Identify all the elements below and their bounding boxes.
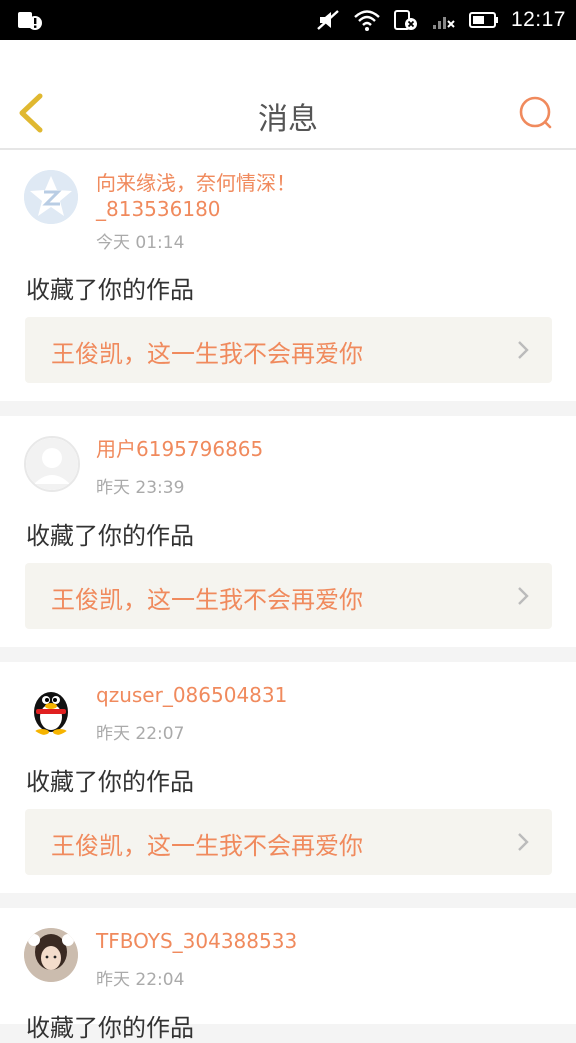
notification-icon: [18, 12, 42, 30]
username[interactable]: 用户6195796865: [96, 436, 396, 462]
username[interactable]: TFBOYS_304388533: [96, 928, 396, 954]
message-card: qzuser_086504831 昨天 22:07 收藏了你的作品 王俊凯，这一…: [0, 662, 576, 893]
chevron-right-icon: [518, 587, 529, 605]
search-icon[interactable]: [518, 95, 554, 131]
qq-penguin-avatar-icon[interactable]: [24, 682, 78, 736]
action-text: 收藏了你的作品: [26, 1014, 194, 1042]
default-user-avatar-icon[interactable]: [24, 436, 80, 492]
mute-icon: [317, 10, 339, 30]
message-card: TFBOYS_304388533 昨天 22:04 收藏了你的作品: [0, 908, 576, 1042]
qzone-avatar-icon[interactable]: [24, 170, 78, 224]
chevron-right-icon: [518, 833, 529, 851]
message-time: 今天 01:14: [96, 233, 185, 253]
chevron-right-icon: [518, 341, 529, 359]
action-text: 收藏了你的作品: [26, 522, 194, 550]
status-time: 12:17: [510, 8, 566, 31]
battery-icon: [468, 12, 498, 28]
action-text: 收藏了你的作品: [26, 276, 194, 304]
work-link[interactable]: 王俊凯，这一生我不会再爱你: [25, 563, 552, 629]
work-link[interactable]: 王俊凯，这一生我不会再爱你: [25, 809, 552, 875]
username[interactable]: 向来缘浅，奈何情深！_813536180: [96, 170, 296, 222]
message-card: 用户6195796865 昨天 23:39 收藏了你的作品 王俊凯，这一生我不会…: [0, 416, 576, 647]
nav-bar: 消息: [0, 40, 576, 150]
message-time: 昨天 22:04: [96, 970, 185, 990]
photo-avatar[interactable]: [24, 928, 78, 982]
status-bar: 12:17: [0, 0, 576, 40]
signal-icon: [432, 17, 455, 29]
wifi-icon: [354, 10, 380, 31]
work-title: 王俊凯，这一生我不会再爱你: [51, 586, 363, 614]
username[interactable]: qzuser_086504831: [96, 682, 396, 708]
work-title: 王俊凯，这一生我不会再爱你: [51, 340, 363, 368]
sim-icon: [393, 10, 417, 30]
work-title: 王俊凯，这一生我不会再爱你: [51, 832, 363, 860]
message-time: 昨天 23:39: [96, 478, 185, 498]
message-time: 昨天 22:07: [96, 724, 185, 744]
page-title: 消息: [258, 102, 318, 137]
work-link[interactable]: 王俊凯，这一生我不会再爱你: [25, 317, 552, 383]
message-card: 向来缘浅，奈何情深！_813536180 今天 01:14 收藏了你的作品 王俊…: [0, 150, 576, 401]
action-text: 收藏了你的作品: [26, 768, 194, 796]
